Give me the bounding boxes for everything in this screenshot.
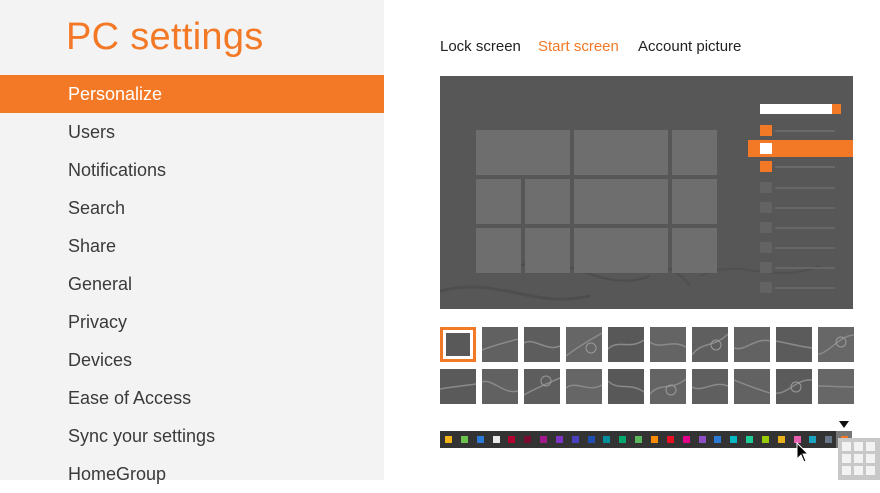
color-swatch[interactable]	[551, 431, 567, 448]
background-pattern-thumbnail[interactable]	[734, 369, 770, 404]
preview-title-bar	[760, 104, 832, 114]
preview-tile	[476, 228, 521, 273]
color-swatch[interactable]	[662, 431, 678, 448]
color-swatch[interactable]	[567, 431, 583, 448]
background-pattern-thumbnail[interactable]	[482, 369, 518, 404]
preview-tile	[574, 228, 668, 273]
background-pattern-thumbnail[interactable]	[608, 327, 644, 362]
tab-account-picture[interactable]: Account picture	[638, 38, 741, 55]
color-swatch[interactable]	[773, 431, 789, 448]
color-swatch[interactable]	[488, 431, 504, 448]
nav-item-sync-your-settings[interactable]: Sync your settings	[0, 417, 384, 455]
background-pattern-thumbnail[interactable]	[566, 369, 602, 404]
preview-line	[775, 207, 835, 209]
preview-tile	[476, 130, 570, 175]
background-pattern-thumbnail[interactable]	[692, 369, 728, 404]
preview-tile	[574, 179, 668, 224]
preview-gray-square	[760, 222, 772, 233]
mouse-pointer-icon	[796, 442, 810, 463]
color-swatch[interactable]	[614, 431, 630, 448]
color-swatch[interactable]	[440, 431, 456, 448]
preview-gray-square	[760, 262, 772, 273]
color-swatch[interactable]	[820, 431, 836, 448]
preview-line	[775, 267, 835, 269]
tab-lock-screen[interactable]: Lock screen	[440, 38, 521, 55]
preview-tile	[525, 228, 570, 273]
preview-tile	[525, 179, 570, 224]
preview-line	[775, 130, 835, 132]
color-swatch[interactable]	[630, 431, 646, 448]
preview-line	[775, 287, 835, 289]
background-pattern-thumbnail[interactable]	[650, 369, 686, 404]
background-pattern-thumbnail[interactable]	[734, 327, 770, 362]
nav-item-general[interactable]: General	[0, 265, 384, 303]
color-swatch[interactable]	[598, 431, 614, 448]
color-swatch[interactable]	[519, 431, 535, 448]
nav-item-privacy[interactable]: Privacy	[0, 303, 384, 341]
preview-tile	[672, 179, 717, 224]
background-pattern-thumbnail[interactable]	[524, 327, 560, 362]
background-pattern-thumbnail[interactable]	[818, 369, 854, 404]
color-swatch[interactable]	[472, 431, 488, 448]
nav-item-personalize[interactable]: Personalize	[0, 75, 384, 113]
background-pattern-thumbnail[interactable]	[440, 327, 476, 362]
background-pattern-thumbnail[interactable]	[776, 327, 812, 362]
background-pattern-thumbnail[interactable]	[776, 369, 812, 404]
tab-start-screen[interactable]: Start screen	[538, 38, 619, 55]
color-swatch[interactable]	[535, 431, 551, 448]
background-pattern-thumbnail[interactable]	[818, 327, 854, 362]
color-swatch[interactable]	[646, 431, 662, 448]
preview-line	[775, 166, 835, 168]
background-pattern-thumbnail[interactable]	[482, 327, 518, 362]
preview-accent-square	[760, 161, 772, 172]
nav-item-notifications[interactable]: Notifications	[0, 151, 384, 189]
color-swatch[interactable]	[709, 431, 725, 448]
color-palette	[440, 431, 852, 448]
preview-tile	[476, 179, 521, 224]
preview-line	[775, 187, 835, 189]
background-pattern-thumbnail[interactable]	[440, 369, 476, 404]
background-pattern-thumbnail[interactable]	[608, 369, 644, 404]
preview-tile	[574, 130, 668, 175]
start-screen-preview	[440, 76, 853, 309]
color-swatch[interactable]	[694, 431, 710, 448]
background-pattern-thumbnail[interactable]	[524, 369, 560, 404]
color-swatch[interactable]	[741, 431, 757, 448]
color-swatch[interactable]	[678, 431, 694, 448]
color-swatch[interactable]	[757, 431, 773, 448]
preview-white-square	[760, 143, 772, 154]
preview-tile	[672, 228, 717, 273]
palette-position-marker-icon	[839, 421, 849, 428]
nav-item-ease-of-access[interactable]: Ease of Access	[0, 379, 384, 417]
nav-item-users[interactable]: Users	[0, 113, 384, 151]
color-swatch[interactable]	[503, 431, 519, 448]
preview-gray-square	[760, 282, 772, 293]
touch-keyboard-icon[interactable]	[838, 438, 880, 480]
preview-line	[775, 247, 835, 249]
nav-item-homegroup[interactable]: HomeGroup	[0, 455, 384, 493]
page-title: PC settings	[66, 16, 264, 58]
preview-tile	[672, 130, 717, 175]
navigation-pane: PC settings Personalize Users Notification…	[0, 0, 384, 484]
color-swatch[interactable]	[725, 431, 741, 448]
background-pattern-thumbnail[interactable]	[566, 327, 602, 362]
preview-gray-square	[760, 182, 772, 193]
nav-item-devices[interactable]: Devices	[0, 341, 384, 379]
background-pattern-thumbnail[interactable]	[650, 327, 686, 362]
preview-gray-square	[760, 242, 772, 253]
background-pattern-thumbnail[interactable]	[692, 327, 728, 362]
preview-accent-square	[760, 125, 772, 136]
preview-accent-box	[832, 104, 841, 114]
preview-gray-square	[760, 202, 772, 213]
preview-line	[775, 227, 835, 229]
color-swatch[interactable]	[456, 431, 472, 448]
nav-item-share[interactable]: Share	[0, 227, 384, 265]
color-swatch[interactable]	[583, 431, 599, 448]
nav-item-search[interactable]: Search	[0, 189, 384, 227]
